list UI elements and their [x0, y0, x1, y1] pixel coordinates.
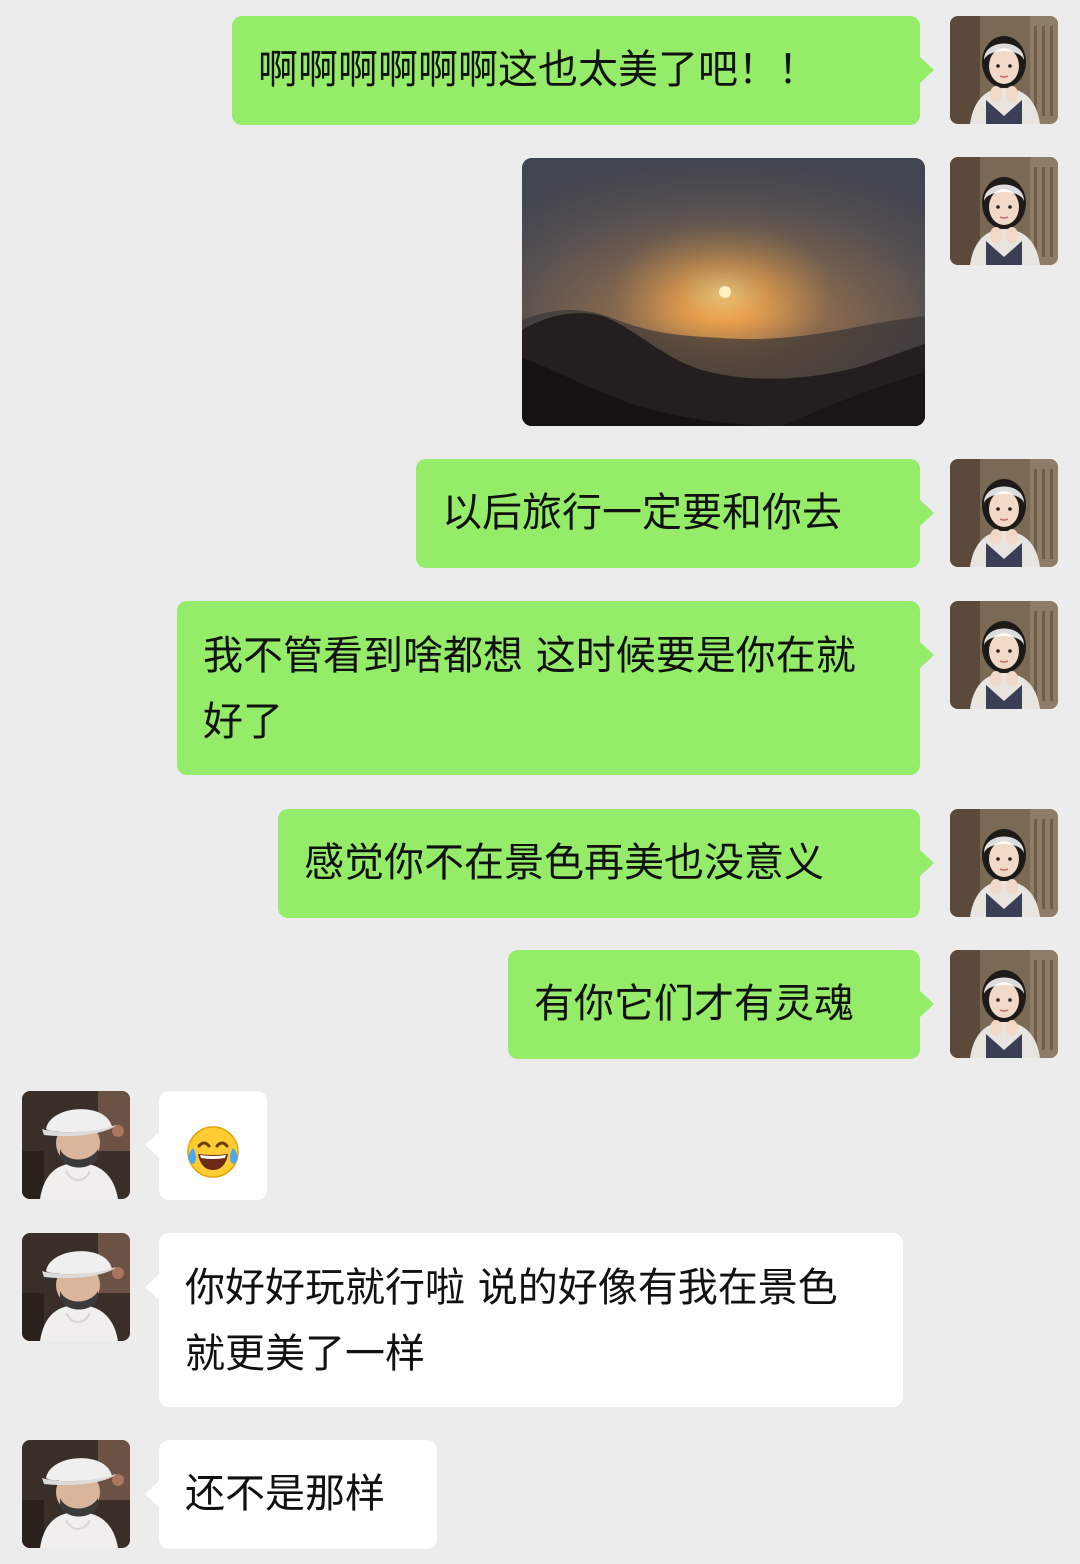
contact-avatar[interactable] [22, 1233, 130, 1341]
incoming-emoji-bubble[interactable] [145, 1091, 267, 1200]
message-text: 感觉你不在景色再美也没意义 [304, 840, 824, 886]
message-text: 你好好玩就行啦 说的好像有我在景色就更美了一样 [185, 1265, 838, 1377]
outgoing-message-bubble[interactable]: 以后旅行一定要和你去 [416, 459, 934, 568]
chat-conversation: 啊啊啊啊啊啊这也太美了吧！！ 以后旅行一定要和你去 我不管看到啥都想 这时候要是… [0, 0, 1080, 1564]
sunset-over-mountains-photo [522, 158, 925, 426]
sunset-photo-message[interactable] [522, 158, 925, 426]
message-text: 还不是那样 [185, 1471, 385, 1517]
incoming-message-bubble[interactable]: 还不是那样 [145, 1440, 437, 1549]
message-text: 啊啊啊啊啊啊这也太美了吧！！ [258, 47, 818, 93]
self-avatar[interactable] [950, 16, 1058, 124]
outgoing-message-bubble[interactable]: 我不管看到啥都想 这时候要是你在就好了 [177, 601, 934, 775]
self-avatar[interactable] [950, 809, 1058, 917]
self-avatar[interactable] [950, 950, 1058, 1058]
contact-avatar[interactable] [22, 1091, 130, 1199]
face-with-tears-of-joy-emoji [187, 1126, 239, 1178]
contact-avatar[interactable] [22, 1440, 130, 1548]
self-avatar[interactable] [950, 601, 1058, 709]
self-avatar[interactable] [950, 459, 1058, 567]
outgoing-message-bubble[interactable]: 啊啊啊啊啊啊这也太美了吧！！ [232, 16, 934, 125]
message-text: 有你它们才有灵魂 [534, 981, 854, 1027]
outgoing-message-bubble[interactable]: 感觉你不在景色再美也没意义 [278, 809, 934, 918]
message-text: 以后旅行一定要和你去 [442, 490, 842, 536]
self-avatar[interactable] [950, 157, 1058, 265]
outgoing-message-bubble[interactable]: 有你它们才有灵魂 [508, 950, 934, 1059]
incoming-message-bubble[interactable]: 你好好玩就行啦 说的好像有我在景色就更美了一样 [145, 1233, 903, 1407]
message-text: 我不管看到啥都想 这时候要是你在就好了 [203, 633, 856, 745]
